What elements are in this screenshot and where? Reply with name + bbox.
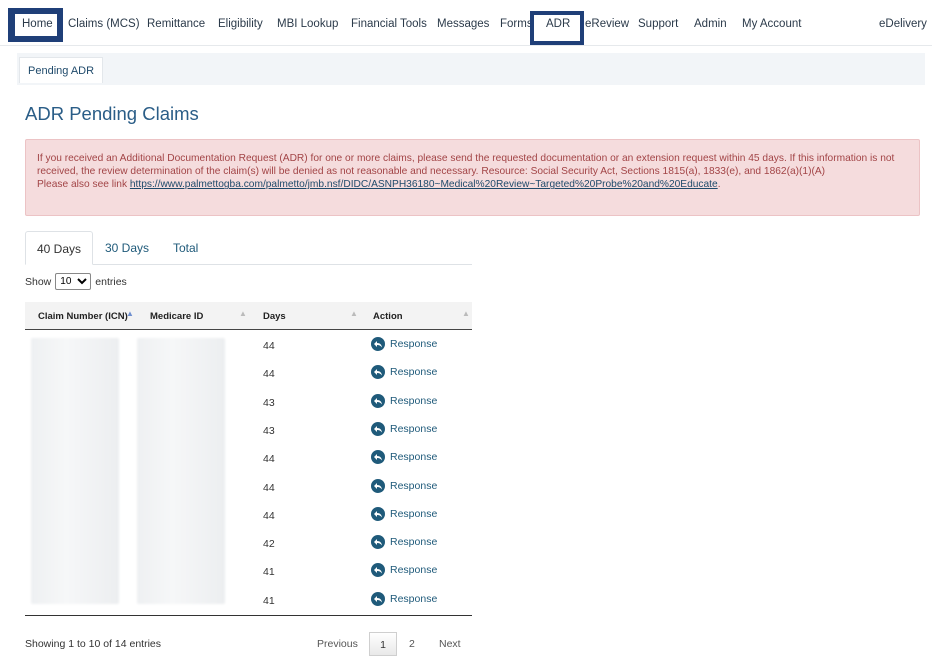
show-label: Show: [25, 275, 52, 288]
header-days[interactable]: Days: [263, 311, 286, 322]
response-label[interactable]: Response: [390, 423, 437, 435]
reply-icon[interactable]: [371, 365, 385, 380]
table-row: 44 Response: [25, 360, 472, 388]
tab-30-days[interactable]: 30 Days: [105, 231, 149, 265]
alert-link-suffix: .: [717, 179, 721, 191]
response-link[interactable]: Response: [371, 535, 437, 550]
nav-eligibility[interactable]: Eligibility: [218, 18, 263, 30]
nav-home[interactable]: Home: [22, 18, 53, 30]
tab-total[interactable]: Total: [173, 231, 198, 265]
reply-icon[interactable]: [371, 535, 385, 550]
entries-label: entries: [95, 275, 127, 288]
response-link[interactable]: Response: [371, 337, 437, 351]
days-cell: 42: [263, 538, 275, 551]
nav-my-account[interactable]: My Account: [742, 18, 801, 30]
table-header: Claim Number (ICN) ▲ Medicare ID ▲ Days …: [25, 302, 472, 330]
response-link[interactable]: Response: [371, 506, 437, 521]
response-label[interactable]: Response: [390, 536, 437, 548]
nav-adr[interactable]: ADR: [546, 18, 570, 30]
nav-forms[interactable]: Forms: [500, 18, 533, 30]
sort-asc-icon[interactable]: ▲: [126, 309, 134, 318]
sort-icon[interactable]: ▲: [462, 309, 470, 318]
days-cell: 44: [263, 340, 275, 352]
table-row: 42 Response: [25, 530, 472, 558]
show-entries: Show 10 entries: [25, 273, 127, 290]
days-cell: 44: [263, 368, 275, 381]
response-link[interactable]: Response: [371, 365, 437, 380]
reply-icon[interactable]: [371, 393, 385, 408]
response-link[interactable]: Response: [371, 591, 437, 606]
header-medicare-id[interactable]: Medicare ID: [150, 311, 203, 322]
nav-ereview[interactable]: eReview: [585, 18, 629, 30]
page-title: ADR Pending Claims: [25, 103, 199, 124]
nav-claims[interactable]: Claims (MCS): [68, 18, 140, 30]
days-cell: 43: [263, 424, 275, 437]
response-label[interactable]: Response: [390, 480, 437, 492]
tab-pending-adr[interactable]: Pending ADR: [19, 57, 104, 83]
table-info: Showing 1 to 10 of 14 entries: [25, 638, 162, 650]
reply-icon[interactable]: [371, 337, 385, 351]
response-link[interactable]: Response: [371, 450, 437, 465]
response-label[interactable]: Response: [390, 593, 437, 605]
tab-40-days[interactable]: 40 Days: [25, 231, 94, 265]
table-row: 44 Response: [25, 502, 472, 530]
days-cell: 44: [263, 453, 275, 466]
nav-messages[interactable]: Messages: [437, 18, 489, 30]
table-row: 43 Response: [25, 417, 472, 445]
days-cell: 44: [263, 509, 275, 522]
days-cell: 41: [263, 594, 275, 607]
reply-icon[interactable]: [371, 421, 385, 436]
days-tabs: 40 Days 30 Days Total: [25, 231, 472, 265]
sort-icon[interactable]: ▲: [239, 309, 247, 318]
top-nav: Home Claims (MCS) Remittance Eligibility…: [0, 0, 932, 46]
response-label[interactable]: Response: [390, 564, 437, 576]
table-row: 41 Response: [25, 587, 472, 615]
response-label[interactable]: Response: [390, 338, 437, 350]
nav-edelivery[interactable]: eDelivery: [879, 18, 927, 30]
response-link[interactable]: Response: [371, 421, 437, 436]
previous-button[interactable]: Previous: [317, 632, 358, 656]
next-button[interactable]: Next: [439, 632, 461, 656]
page-1-button[interactable]: 1: [369, 632, 397, 656]
sub-nav: Pending ADR: [17, 53, 925, 85]
table-row: 44 Response: [25, 474, 472, 502]
resource-link[interactable]: https://www.palmettogba.com/palmetto/jmb…: [130, 179, 718, 190]
response-label[interactable]: Response: [390, 451, 437, 463]
response-label[interactable]: Response: [390, 508, 437, 520]
days-cell: 44: [263, 481, 275, 494]
header-action[interactable]: Action: [373, 311, 403, 322]
table-row: 41 Response: [25, 558, 472, 586]
table-row: 44 Response: [25, 332, 472, 360]
nav-financial-tools[interactable]: Financial Tools: [351, 18, 427, 30]
response-link[interactable]: Response: [371, 478, 437, 493]
sort-icon[interactable]: ▲: [350, 309, 358, 318]
page-2-button[interactable]: 2: [409, 632, 415, 656]
reply-icon[interactable]: [371, 563, 385, 578]
reply-icon[interactable]: [371, 478, 385, 493]
response-link[interactable]: Response: [371, 393, 437, 408]
table-row: 43 Response: [25, 389, 472, 417]
response-link[interactable]: Response: [371, 563, 437, 578]
reply-icon[interactable]: [371, 506, 385, 521]
nav-remittance[interactable]: Remittance: [147, 18, 205, 30]
adr-alert: If you received an Additional Documentat…: [25, 139, 920, 216]
header-claim-number[interactable]: Claim Number (ICN): [38, 311, 128, 322]
days-cell: 43: [263, 396, 275, 409]
reply-icon[interactable]: [371, 591, 385, 606]
adr-claims-table: Claim Number (ICN) ▲ Medicare ID ▲ Days …: [25, 302, 472, 616]
nav-support[interactable]: Support: [638, 18, 678, 30]
reply-icon[interactable]: [371, 450, 385, 465]
nav-admin[interactable]: Admin: [694, 18, 727, 30]
response-label[interactable]: Response: [390, 395, 437, 407]
entries-select[interactable]: 10: [55, 273, 92, 290]
alert-text: If you received an Additional Documentat…: [37, 153, 895, 178]
response-label[interactable]: Response: [390, 366, 437, 378]
table-body: 44 Response 44 Response 43 Response 43 Response…: [25, 330, 472, 616]
days-cell: 41: [263, 566, 275, 579]
alert-link-prefix: Please also see link: [37, 179, 130, 191]
nav-mbi-lookup[interactable]: MBI Lookup: [277, 18, 338, 30]
table-row: 44 Response: [25, 445, 472, 473]
